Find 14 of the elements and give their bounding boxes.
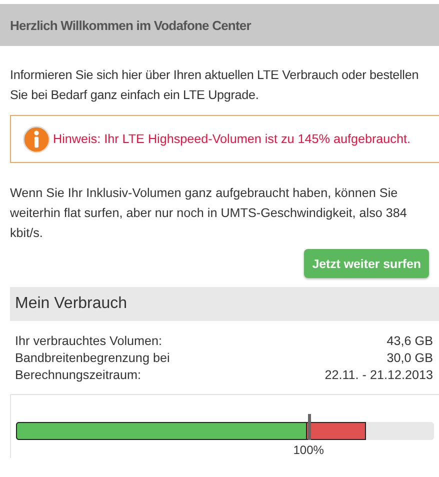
notice-text: Hinweis: Ihr LTE Highspeed-Volumen ist zu 145% aufgebraucht.: [53, 132, 410, 146]
usage-label: Bandbreitenbegrenzung bei: [15, 350, 170, 367]
page-title: Herzlich Willkommen im Vodafone Center: [10, 18, 251, 32]
continue-surfing-button[interactable]: Jetzt weiter surfen: [304, 249, 429, 278]
info-icon: [23, 126, 50, 152]
section-title: Mein Verbrauch: [15, 295, 128, 313]
info-text: Wenn Sie Ihr Inklusiv-Volumen ganz aufgebraucht haben, können Sie weiterhin flat surfen, aber nur noch in UMTS-Geschwindigkeit, also 384 kbit/s.: [9, 185, 408, 242]
usage-value: 43,6 GB: [386, 333, 433, 350]
usage-label: Berechnungszeitraum:: [15, 367, 142, 384]
intro-text: Informieren Sie sich hier über Ihren aktuellen LTE Verbrauch oder bestellen Sie bei Bedarf ganz einfach ein LTE Upgrade.: [9, 67, 420, 104]
usage-label: Ihr verbrauchtes Volumen:: [15, 333, 162, 350]
marker-label: 100%: [293, 443, 324, 457]
usage-value: 22.11. - 21.12.2013: [324, 367, 433, 384]
usage-value: 30,0 GB: [386, 350, 433, 367]
